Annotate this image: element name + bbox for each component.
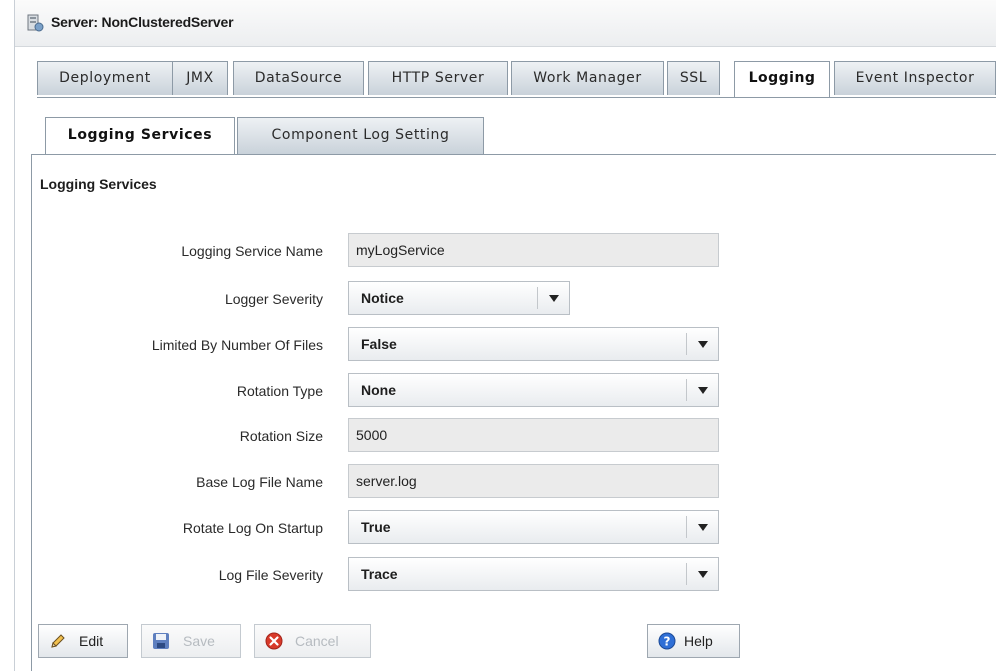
field-label: Log File Severity — [218, 567, 323, 583]
tab-ssl[interactable]: SSL — [667, 61, 720, 95]
form-row-rotation-type: Rotation Type None — [0, 373, 996, 409]
chevron-down-icon — [698, 341, 708, 348]
chevron-down-icon — [549, 295, 559, 302]
cancel-icon — [265, 632, 283, 650]
select-value: Notice — [361, 290, 404, 306]
form-row-log-file-severity: Log File Severity Trace — [0, 557, 996, 593]
select-value: Trace — [361, 566, 398, 582]
window-header: Server: NonClusteredServer — [14, 0, 996, 47]
field-label: Rotation Type — [236, 383, 323, 399]
select-divider — [686, 379, 687, 401]
cancel-button-label: Cancel — [295, 633, 339, 649]
sub-tab-panel-left-border — [31, 154, 32, 671]
select-divider — [537, 287, 538, 309]
select-divider — [686, 516, 687, 538]
tab-deployment[interactable]: Deployment — [37, 61, 173, 95]
edit-button[interactable]: Edit — [38, 624, 128, 658]
save-button[interactable]: Save — [141, 624, 241, 658]
field-label: Logger Severity — [224, 291, 323, 307]
tab-event-inspector[interactable]: Event Inspector — [834, 61, 996, 95]
tab-jmx[interactable]: JMX — [172, 61, 228, 95]
field-label: Limited By Number Of Files — [151, 337, 323, 353]
tab-work-manager[interactable]: Work Manager — [511, 61, 664, 95]
log-file-severity-select[interactable]: Trace — [348, 557, 719, 591]
cancel-button[interactable]: Cancel — [254, 624, 371, 658]
form-row-rotate-log-on-startup: Rotate Log On Startup True — [0, 510, 996, 546]
chevron-down-icon — [698, 571, 708, 578]
limited-by-number-of-files-select[interactable]: False — [348, 327, 719, 361]
select-value: True — [361, 519, 391, 535]
base-log-file-name-field[interactable]: server.log — [348, 464, 719, 498]
rotation-size-field[interactable]: 5000 — [348, 418, 719, 452]
subtab-logging-services[interactable]: Logging Services — [45, 117, 235, 155]
field-label: Rotate Log On Startup — [182, 520, 323, 536]
page-title: Server: NonClusteredServer — [51, 14, 234, 30]
field-label: Base Log File Name — [196, 474, 323, 490]
form-row-logger-severity: Logger Severity Notice — [0, 281, 996, 317]
form-row-rotation-size: Rotation Size 5000 — [0, 418, 996, 454]
tab-datasource[interactable]: DataSource — [233, 61, 364, 95]
select-divider — [686, 333, 687, 355]
svg-text:?: ? — [664, 635, 671, 649]
select-value: False — [361, 336, 397, 352]
help-button[interactable]: ? Help — [647, 624, 740, 658]
tab-logging[interactable]: Logging — [734, 61, 830, 98]
save-button-label: Save — [183, 633, 215, 649]
select-value: None — [361, 382, 396, 398]
sub-tab-panel-border — [31, 154, 996, 155]
subtab-component-log-setting[interactable]: Component Log Setting — [237, 117, 484, 154]
form-row-limited-by-number-of-files: Limited By Number Of Files False — [0, 327, 996, 363]
chevron-down-icon — [698, 387, 708, 394]
select-divider — [686, 563, 687, 585]
help-icon: ? — [658, 632, 676, 650]
section-title: Logging Services — [40, 176, 157, 192]
floppy-disk-icon — [153, 633, 169, 649]
form-row-logging-service-name: Logging Service Name myLogService — [0, 233, 996, 269]
main-tab-panel-border — [37, 97, 996, 98]
rotate-log-on-startup-select[interactable]: True — [348, 510, 719, 544]
form-row-base-log-file-name: Base Log File Name server.log — [0, 464, 996, 500]
server-icon — [27, 14, 44, 32]
rotation-type-select[interactable]: None — [348, 373, 719, 407]
pencil-icon — [51, 634, 65, 648]
field-label: Rotation Size — [239, 428, 323, 444]
logging-service-name-field[interactable]: myLogService — [348, 233, 719, 267]
tab-http-server[interactable]: HTTP Server — [368, 61, 508, 95]
edit-button-label: Edit — [79, 633, 104, 649]
help-button-label: Help — [684, 633, 713, 649]
logger-severity-select[interactable]: Notice — [348, 281, 570, 315]
chevron-down-icon — [698, 524, 708, 531]
field-label: Logging Service Name — [181, 243, 323, 259]
